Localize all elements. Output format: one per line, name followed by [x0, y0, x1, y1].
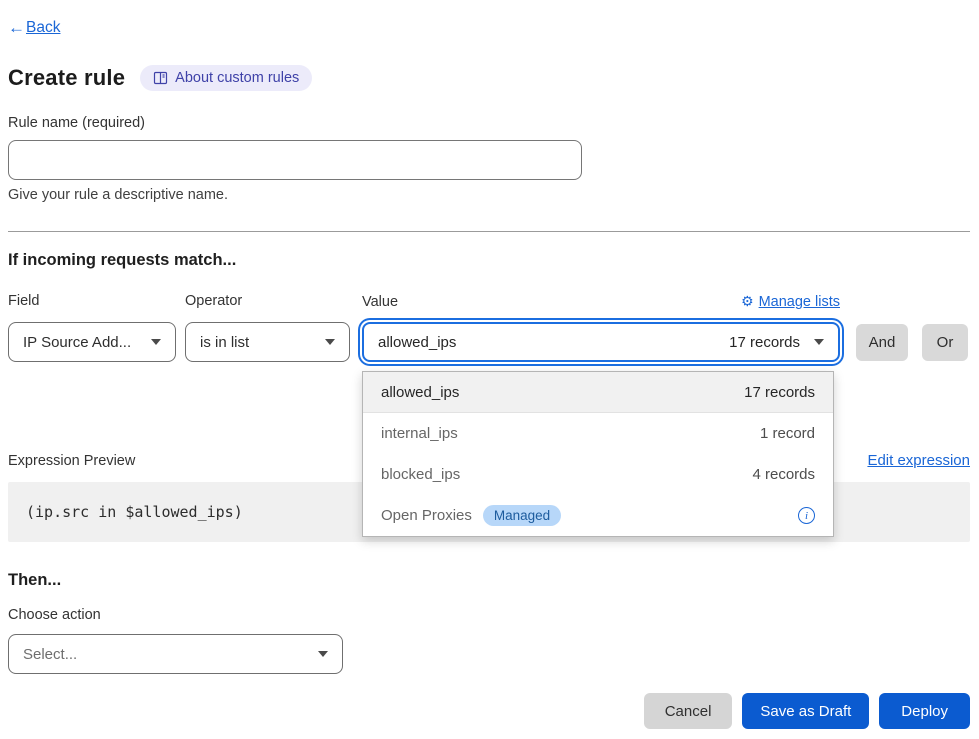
list-option-name: internal_ips	[381, 425, 458, 442]
value-select-wrap: allowed_ips 17 records allowed_ips 17 re…	[362, 322, 840, 362]
rule-name-input[interactable]	[8, 140, 582, 180]
operator-label: Operator	[185, 293, 362, 310]
create-rule-page: ←Back Create rule About custom rules Rul…	[0, 0, 979, 729]
cancel-button[interactable]: Cancel	[644, 693, 733, 729]
value-select-name: allowed_ips	[378, 334, 456, 351]
about-custom-rules-label: About custom rules	[175, 70, 299, 86]
info-icon[interactable]: i	[798, 507, 815, 524]
then-section-title: Then...	[8, 571, 970, 590]
back-link[interactable]: ←Back	[8, 18, 60, 38]
condition-row: IP Source Add... is in list allowed_ips …	[8, 322, 970, 362]
managed-badge: Managed	[483, 505, 561, 526]
manage-lists-link[interactable]: ⚙ Manage lists	[741, 293, 840, 310]
list-option-blocked-ips[interactable]: blocked_ips 4 records	[363, 454, 833, 495]
save-as-draft-button[interactable]: Save as Draft	[742, 693, 869, 729]
field-select[interactable]: IP Source Add...	[8, 322, 176, 362]
list-option-count: 17 records	[744, 384, 815, 401]
list-option-allowed-ips[interactable]: allowed_ips 17 records	[363, 372, 833, 413]
rule-name-label: Rule name (required)	[8, 115, 970, 131]
action-select[interactable]: Select...	[8, 634, 343, 674]
chevron-down-icon	[325, 339, 335, 345]
page-title: Create rule	[8, 65, 125, 91]
field-select-value: IP Source Add...	[23, 334, 131, 351]
condition-labels-row: Field Operator Value ⚙ Manage lists	[8, 293, 970, 310]
list-option-internal-ips[interactable]: internal_ips 1 record	[363, 413, 833, 454]
list-option-count: 1 record	[760, 425, 815, 442]
value-select-count: 17 records	[729, 334, 800, 351]
list-dropdown-panel: allowed_ips 17 records internal_ips 1 re…	[362, 371, 834, 537]
match-section-title: If incoming requests match...	[8, 251, 970, 270]
list-option-name: blocked_ips	[381, 466, 460, 483]
deploy-button[interactable]: Deploy	[879, 693, 970, 729]
gear-icon: ⚙	[741, 293, 754, 310]
value-label: Value	[362, 294, 398, 310]
field-label: Field	[8, 293, 185, 310]
expression-preview-label: Expression Preview	[8, 453, 135, 469]
edit-expression-link[interactable]: Edit expression	[867, 452, 970, 469]
list-option-name: allowed_ips	[381, 384, 459, 401]
expression-code: (ip.src in $allowed_ips)	[26, 503, 243, 521]
chevron-down-icon	[318, 651, 328, 657]
or-button[interactable]: Or	[922, 324, 968, 361]
footer-actions: Cancel Save as Draft Deploy	[8, 693, 970, 729]
rule-name-helper: Give your rule a descriptive name.	[8, 187, 970, 203]
back-arrow-icon: ←	[8, 18, 25, 38]
chevron-down-icon	[151, 339, 161, 345]
value-select[interactable]: allowed_ips 17 records	[362, 322, 840, 362]
section-divider	[8, 231, 970, 232]
operator-select-value: is in list	[200, 334, 249, 351]
action-select-placeholder: Select...	[23, 646, 77, 663]
list-option-count: 4 records	[752, 466, 815, 483]
and-button[interactable]: And	[856, 324, 908, 361]
list-option-name: Open Proxies	[381, 507, 472, 524]
back-link-label[interactable]: Back	[26, 19, 60, 37]
choose-action-label: Choose action	[8, 607, 970, 623]
manage-lists-label[interactable]: Manage lists	[759, 294, 840, 310]
operator-select[interactable]: is in list	[185, 322, 350, 362]
list-option-open-proxies[interactable]: Open Proxies Managed i	[363, 495, 833, 536]
book-icon	[153, 71, 168, 85]
chevron-down-icon	[814, 339, 824, 345]
about-custom-rules-link[interactable]: About custom rules	[140, 65, 312, 91]
page-header: Create rule About custom rules	[8, 65, 970, 91]
